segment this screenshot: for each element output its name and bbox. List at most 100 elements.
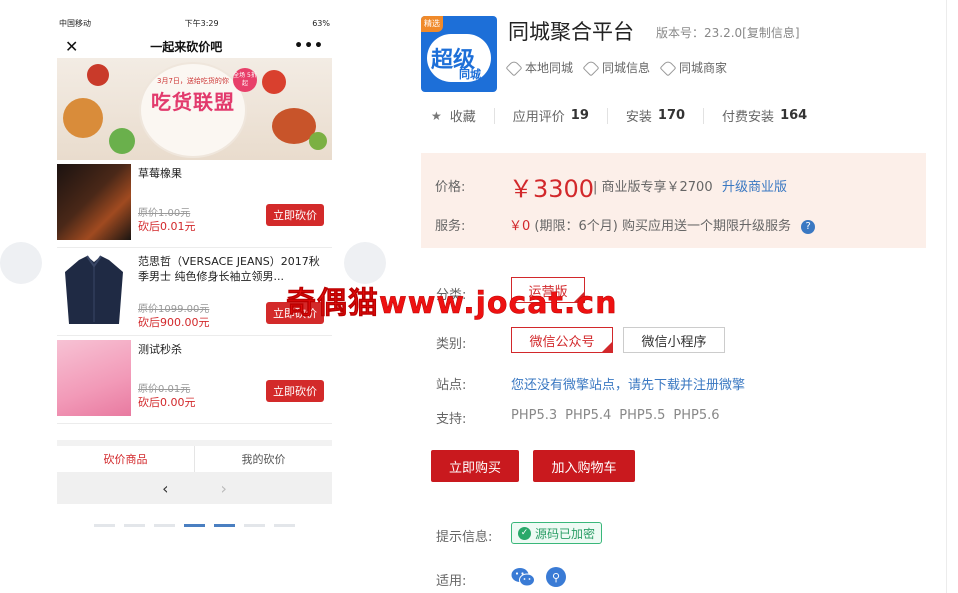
status-time: 下午3:29 [184,18,219,28]
price-value: ￥3300 [509,175,595,203]
site-label: 站点: [436,378,467,393]
category-label: 类别: [436,337,467,352]
product-stats: ★ 收藏 应用评价 19 安装 170 付费安装 164 [431,106,807,125]
original-price: 原价1099.00元 [138,304,210,315]
screenshot-gallery: 中国移动 下午3:29 63% ✕ 一起来砍价吧 ••• 3月7日，送给吃货的你… [0,0,400,593]
carrier-text: 中国移动 [59,18,91,28]
cut-price-button[interactable]: 立即砍价 [266,380,324,402]
tag-label: 同城商家 [679,61,728,75]
check-icon: ✓ [518,526,531,540]
tag-icon [659,59,677,76]
edition-option[interactable]: 运营版 [511,277,585,303]
php-version: PHP5.5 [619,408,666,423]
cut-price-button[interactable]: 立即砍价 [266,204,324,226]
stat-label: 付费安装 [722,110,775,125]
applicable-label: 适用: [436,574,467,589]
tag-item[interactable]: 同城信息 [582,59,651,76]
business-price: | 商业版专享￥2700 [593,180,713,195]
cut-price-button[interactable]: 立即砍价 [266,302,324,324]
add-to-cart-button[interactable]: 加入购物车 [533,450,635,482]
miniprogram-icon: ⚲ [546,567,566,587]
divider [493,107,495,124]
tip-label: 提示信息: [436,530,493,545]
product-thumbnail [57,252,131,328]
pager-dot-active[interactable] [214,524,235,527]
right-divider [946,0,947,593]
item-title: 范思哲（VERSACE JEANS）2017秋季男士 纯色修身长袖立领男... [138,255,320,283]
price-label: 价格: [435,180,466,195]
food-decoration [309,132,327,150]
banner-headline: 吃货联盟 [151,90,235,114]
star-icon: ★ [431,108,442,123]
wechat-icon [511,568,535,587]
gallery-pager-dots [94,524,295,527]
phone-bottom-tabs: 砍价商品 我的砍价 [57,440,332,472]
buy-now-button[interactable]: 立即购买 [431,450,519,482]
back-icon[interactable]: ‹ [162,479,168,498]
more-icon: ••• [294,38,324,54]
pager-dot[interactable] [94,524,115,527]
list-item[interactable]: 测试秒杀 原价0.01元 砍后0.00元 立即砍价 [57,336,332,424]
encrypted-badge: ✓ 源码已加密 [511,522,603,544]
gallery-next-button[interactable] [344,242,386,284]
tag-icon [505,59,523,76]
tab-cut-products[interactable]: 砍价商品 [57,446,194,472]
upgrade-business-link[interactable]: 升级商业版 [722,176,787,195]
support-label: 支持: [436,412,467,427]
favorite-button[interactable]: 收藏 [450,106,476,125]
food-decoration [87,64,109,86]
original-price: 原价1.00元 [138,208,191,219]
phone-page-title: 一起来砍价吧 [150,39,223,54]
tab-my-cuts[interactable]: 我的砍价 [194,446,332,472]
browser-nav-bar: ‹ › [57,472,332,504]
cut-price: 砍后0.01元 [138,220,196,233]
tag-item[interactable]: 同城商家 [659,59,728,76]
php-versions: PHP5.3 PHP5.4 PHP5.5 PHP5.6 [511,408,720,423]
divider [606,107,608,124]
divider [703,107,705,124]
food-decoration [262,70,286,94]
list-item[interactable]: 草莓橡果 原价1.00元 砍后0.01元 立即砍价 [57,160,332,248]
close-icon: ✕ [65,36,79,56]
pager-dot[interactable] [124,524,145,527]
site-register-link[interactable]: 您还没有微擎站点，请先下载并注册微擎 [511,374,745,393]
pager-dot[interactable] [154,524,175,527]
category-option-mp[interactable]: 微信公众号 [511,327,613,353]
service-detail: (期限：6个月) 购买应用送一个期限升级服务 [534,219,791,234]
app-logo: 精选 超级 同城 [421,16,497,92]
stat-value: 164 [780,108,808,123]
category-option-miniprogram[interactable]: 微信小程序 [623,327,725,353]
product-thumbnail [57,340,131,416]
food-decoration [109,128,135,154]
stat-value: 170 [657,108,686,123]
cut-price: 砍后0.00元 [138,396,196,409]
logo-corner-badge: 精选 [421,16,443,32]
service-label: 服务: [435,219,466,234]
product-thumbnail [57,164,131,240]
logo-text-sub: 同城 [459,68,481,81]
cut-price: 砍后900.00元 [138,316,210,329]
item-title: 测试秒杀 [138,343,182,356]
stat-label: 应用评价 [512,110,565,125]
tag-item[interactable]: 本地同城 [505,59,573,76]
encrypted-text: 源码已加密 [535,526,596,541]
original-price: 原价0.01元 [138,384,191,395]
shirt-image [65,255,123,324]
forward-icon[interactable]: › [221,479,227,498]
pager-dot[interactable] [274,524,295,527]
php-version: PHP5.4 [565,408,612,423]
tag-icon [582,59,600,76]
product-title: 同城聚合平台 [508,20,634,44]
banner-badge: 全场 5折起 [233,68,257,92]
gallery-prev-button[interactable] [0,242,42,284]
pager-dot[interactable] [244,524,265,527]
list-item[interactable]: 范思哲（VERSACE JEANS）2017秋季男士 纯色修身长袖立领男... … [57,248,332,336]
pager-dot-active[interactable] [184,524,205,527]
service-info: ￥0 (期限：6个月) 购买应用送一个期限升级服务 ? [509,215,816,234]
tag-label: 同城信息 [602,61,651,75]
price-panel: 价格: ￥3300 | 商业版专享￥2700 升级商业版 服务: ￥0 (期限：… [421,153,926,248]
phone-titlebar: ✕ 一起来砍价吧 ••• [57,34,332,58]
help-icon[interactable]: ? [801,219,816,234]
version-info[interactable]: 版本号：23.2.0[复制信息] [656,24,800,41]
stat-label: 安装 [625,110,652,125]
